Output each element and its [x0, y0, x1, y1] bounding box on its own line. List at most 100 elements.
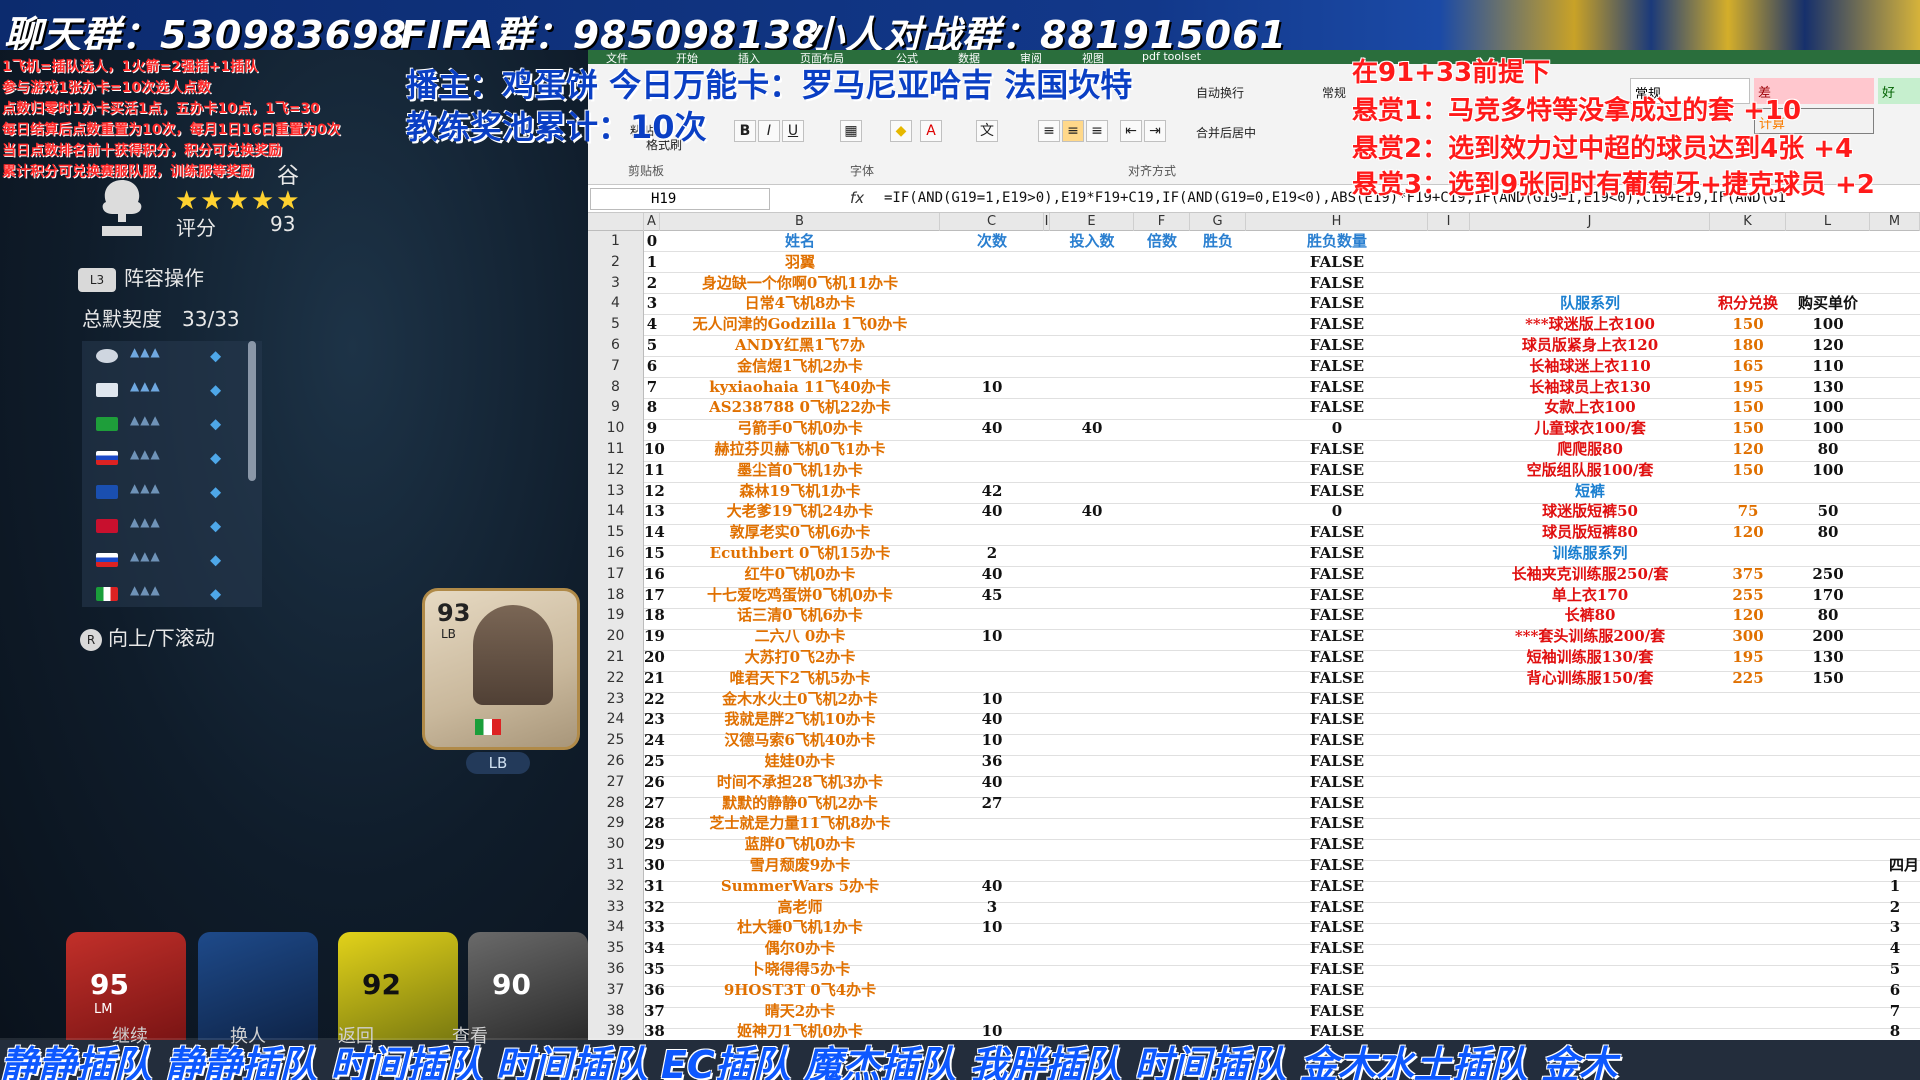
cell-e[interactable] — [1050, 377, 1134, 398]
cell-a[interactable]: 12 — [644, 481, 665, 502]
cell-m[interactable]: 5 — [1870, 959, 1920, 980]
row-header[interactable]: 15 — [588, 522, 644, 544]
row-header[interactable]: 18 — [588, 584, 644, 606]
cell-h[interactable]: FALSE — [1246, 460, 1428, 481]
cell-e[interactable] — [1050, 959, 1134, 980]
header-count[interactable]: 次数 — [940, 231, 1044, 252]
cell-c[interactable] — [940, 813, 1044, 834]
cell-e[interactable] — [1050, 751, 1134, 772]
shop-price[interactable]: 130 — [1786, 377, 1870, 398]
shop-points[interactable]: 150 — [1710, 397, 1786, 418]
cell-e[interactable] — [1050, 460, 1134, 481]
row-header[interactable]: 31 — [588, 855, 644, 876]
cell-b[interactable]: 森林19飞机1办卡 — [660, 481, 940, 502]
col-header-k[interactable]: K — [1710, 213, 1786, 231]
col-header-h[interactable]: H — [1246, 213, 1428, 231]
shop-price[interactable]: 100 — [1786, 418, 1870, 439]
row-header[interactable]: 6 — [588, 335, 644, 356]
cell-c[interactable] — [940, 855, 1044, 876]
cell-a[interactable]: 9 — [644, 418, 660, 439]
cell-m[interactable]: 7 — [1870, 1001, 1920, 1022]
align-center-icon[interactable]: ≡ — [1062, 120, 1084, 142]
cell-b[interactable]: 芝士就是力量11飞机8办卡 — [660, 813, 940, 834]
list-item[interactable]: ▲▲▲ ⬥ — [82, 477, 252, 507]
cell-e[interactable] — [1050, 689, 1134, 710]
cell-e[interactable] — [1050, 793, 1134, 814]
cell-a[interactable]: 30 — [644, 855, 665, 876]
player-card[interactable]: 93 LB — [422, 588, 580, 750]
cell-e[interactable] — [1050, 564, 1134, 585]
number-format-select[interactable]: 常规 — [1322, 84, 1346, 101]
header-winlose[interactable]: 胜负 — [1190, 231, 1246, 252]
cell-a[interactable]: 23 — [644, 709, 665, 730]
row-header[interactable]: 3 — [588, 272, 644, 294]
cell-a[interactable]: 26 — [644, 772, 665, 793]
cell-h[interactable]: FALSE — [1246, 917, 1428, 938]
cell-b[interactable]: 雪月颓废9办卡 — [660, 855, 940, 876]
cell-a[interactable]: 11 — [644, 460, 665, 481]
cell-h[interactable]: FALSE — [1246, 543, 1428, 564]
shop-price[interactable]: 200 — [1786, 626, 1870, 647]
cell-e[interactable] — [1050, 585, 1134, 606]
cell-c[interactable] — [940, 293, 1044, 314]
cell-e[interactable] — [1050, 293, 1134, 314]
italic-button[interactable]: I — [758, 120, 780, 142]
list-item[interactable]: ▲▲▲ ⬥ — [82, 341, 252, 371]
league-chem-list[interactable]: ▲▲▲ ⬥ ▲▲▲ ⬥ ▲▲▲ ⬥ ▲▲▲ ⬥ ▲▲▲ ⬥ ▲▲▲ ⬥ ▲▲▲ ⬥ ▲▲▲ ⬥ — [82, 341, 262, 607]
cell-c[interactable]: 42 — [940, 481, 1044, 502]
shop-price[interactable]: 100 — [1786, 397, 1870, 418]
cell-h[interactable]: FALSE — [1246, 481, 1428, 502]
row-header[interactable]: 19 — [588, 605, 644, 627]
cell-b[interactable]: 9HOST3T 0飞4办卡 — [660, 980, 940, 1001]
fill-color-icon[interactable]: ◆ — [890, 120, 912, 142]
row-header[interactable]: 24 — [588, 709, 644, 731]
row-header[interactable]: 2 — [588, 251, 644, 273]
cell-b[interactable]: 偶尔0办卡 — [660, 938, 940, 959]
col-header-f[interactable]: F — [1134, 213, 1190, 231]
col-header-m[interactable]: M — [1870, 213, 1920, 231]
cell-b[interactable]: 蓝胖0飞机0办卡 — [660, 834, 940, 855]
cell-c[interactable] — [940, 959, 1044, 980]
list-item[interactable]: ▲▲▲ ⬥ — [82, 545, 252, 575]
shop-points[interactable]: 180 — [1710, 335, 1786, 356]
row-header[interactable]: 37 — [588, 979, 644, 1001]
shop-points[interactable]: 300 — [1710, 626, 1786, 647]
row-header[interactable]: 12 — [588, 459, 644, 481]
select-all-corner[interactable] — [588, 213, 644, 231]
cell-c[interactable]: 36 — [940, 751, 1044, 772]
shop-points[interactable]: 120 — [1710, 439, 1786, 460]
row-header[interactable]: 29 — [588, 813, 644, 835]
tab-pdf[interactable]: pdf toolset — [1142, 50, 1201, 63]
cell-a[interactable]: 34 — [644, 938, 665, 959]
cell-a[interactable]: 32 — [644, 897, 665, 918]
style-good[interactable]: 好 — [1878, 78, 1920, 104]
wrap-text-button[interactable]: 自动换行 — [1196, 84, 1244, 101]
shop-price[interactable]: 80 — [1786, 439, 1870, 460]
shop-item[interactable]: 儿童球衣100/套 — [1470, 418, 1710, 439]
cell-h[interactable]: FALSE — [1246, 439, 1428, 460]
cell-c[interactable] — [940, 335, 1044, 356]
cell-c[interactable]: 40 — [940, 418, 1044, 439]
shop-price[interactable]: 100 — [1786, 460, 1870, 481]
list-item[interactable]: ▲▲▲ ⬥ — [82, 579, 252, 609]
phonetic-icon[interactable]: 文 — [976, 120, 998, 142]
shop-item[interactable]: ***球迷版上衣100 — [1470, 314, 1710, 335]
shop-item[interactable]: 短裤 — [1470, 481, 1710, 502]
cell-e[interactable] — [1050, 439, 1134, 460]
cell-h[interactable]: FALSE — [1246, 356, 1428, 377]
cell-a[interactable]: 8 — [644, 397, 660, 418]
cell-a[interactable]: 22 — [644, 689, 665, 710]
row-header[interactable]: 30 — [588, 834, 644, 856]
row-header[interactable]: 17 — [588, 563, 644, 585]
cell-a[interactable]: 10 — [644, 439, 665, 460]
shop-header-points[interactable]: 积分兑换 — [1710, 293, 1786, 314]
cell-e[interactable] — [1050, 772, 1134, 793]
cell-a[interactable]: 13 — [644, 501, 665, 522]
cell-a[interactable]: 16 — [644, 564, 665, 585]
cell-e[interactable] — [1050, 938, 1134, 959]
col-header-l[interactable]: L — [1786, 213, 1870, 231]
row-header[interactable]: 5 — [588, 314, 644, 336]
list-scrollbar[interactable] — [248, 341, 256, 481]
cell-h[interactable]: FALSE — [1246, 876, 1428, 897]
cell-h[interactable]: FALSE — [1246, 855, 1428, 876]
